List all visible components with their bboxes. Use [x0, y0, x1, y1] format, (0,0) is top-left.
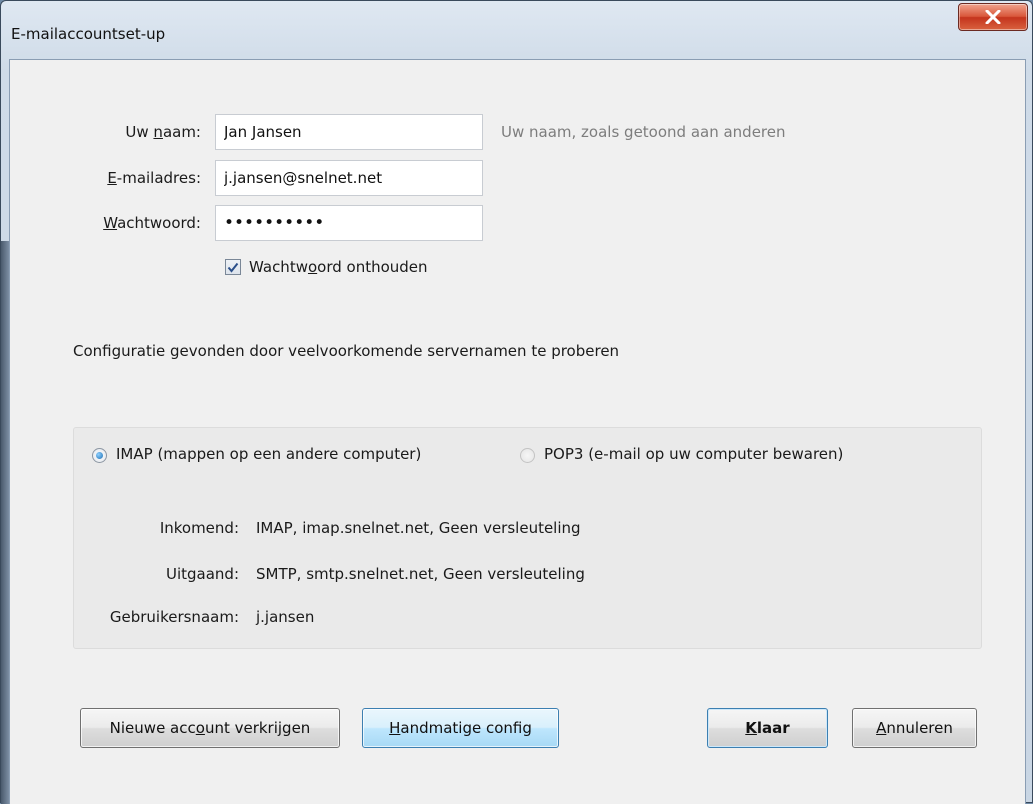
- cancel-button[interactable]: Annuleren: [852, 708, 977, 748]
- button-label: andmatige config: [400, 719, 532, 737]
- close-icon: [985, 10, 1001, 24]
- remember-password-label[interactable]: Wachtwoord onthouden: [249, 258, 428, 276]
- button-label: nnuleren: [886, 719, 953, 737]
- config-panel: IMAP (mappen op een andere computer) POP…: [73, 427, 982, 649]
- password-label: Wachtwoord:: [103, 214, 201, 232]
- imap-option-label[interactable]: IMAP (mappen op een andere computer): [116, 445, 421, 463]
- button-accesskey: A: [876, 719, 887, 737]
- username-label: Gebruikersnaam:: [109, 608, 239, 626]
- dialog-client-area: Uw naam: Uw naam, zoals getoond aan ande…: [9, 59, 1026, 804]
- outgoing-label: Uitgaand:: [165, 565, 239, 583]
- incoming-value: IMAP, imap.snelnet.net, Geen versleuteli…: [256, 519, 581, 537]
- checkmark-icon: [227, 262, 239, 273]
- pop3-option-label[interactable]: POP3 (e-mail op uw computer bewaren): [544, 445, 843, 463]
- imap-radio[interactable]: [92, 448, 107, 463]
- button-accesskey: H: [389, 719, 401, 737]
- button-accesskey: o: [195, 719, 205, 737]
- title-bar[interactable]: E-mailaccountset-up: [1, 1, 1032, 59]
- button-label: unt verkrijgen: [204, 719, 311, 737]
- name-hint: Uw naam, zoals getoond aan anderen: [501, 123, 786, 141]
- button-label: laar: [756, 719, 790, 737]
- incoming-label: Inkomend:: [159, 519, 239, 537]
- remember-password-checkbox[interactable]: [225, 259, 241, 275]
- dialog-window: E-mailaccountset-up Uw naam: Uw naam, zo…: [0, 0, 1033, 804]
- username-value: j.jansen: [256, 608, 315, 626]
- window-edge: [1, 241, 9, 804]
- email-input[interactable]: [215, 160, 483, 196]
- name-input[interactable]: [215, 114, 483, 150]
- new-account-button[interactable]: Nieuwe acc o unt verkrijgen: [80, 708, 340, 748]
- button-accesskey: K: [745, 719, 757, 737]
- password-input[interactable]: [215, 205, 483, 241]
- manual-config-button[interactable]: Handmatige config: [362, 708, 559, 748]
- name-label: Uw naam:: [125, 123, 201, 141]
- done-button[interactable]: Klaar: [707, 708, 828, 748]
- email-label: E-mailadres:: [107, 169, 201, 187]
- close-button[interactable]: [958, 3, 1028, 31]
- outgoing-value: SMTP, smtp.snelnet.net, Geen versleuteli…: [256, 565, 585, 583]
- button-label: Nieuwe acc: [109, 719, 196, 737]
- window-title: E-mailaccountset-up: [11, 25, 166, 43]
- radio-selected-dot: [96, 452, 103, 459]
- status-message: Configuratie gevonden door veelvoorkomen…: [73, 342, 620, 360]
- pop3-radio[interactable]: [520, 448, 535, 463]
